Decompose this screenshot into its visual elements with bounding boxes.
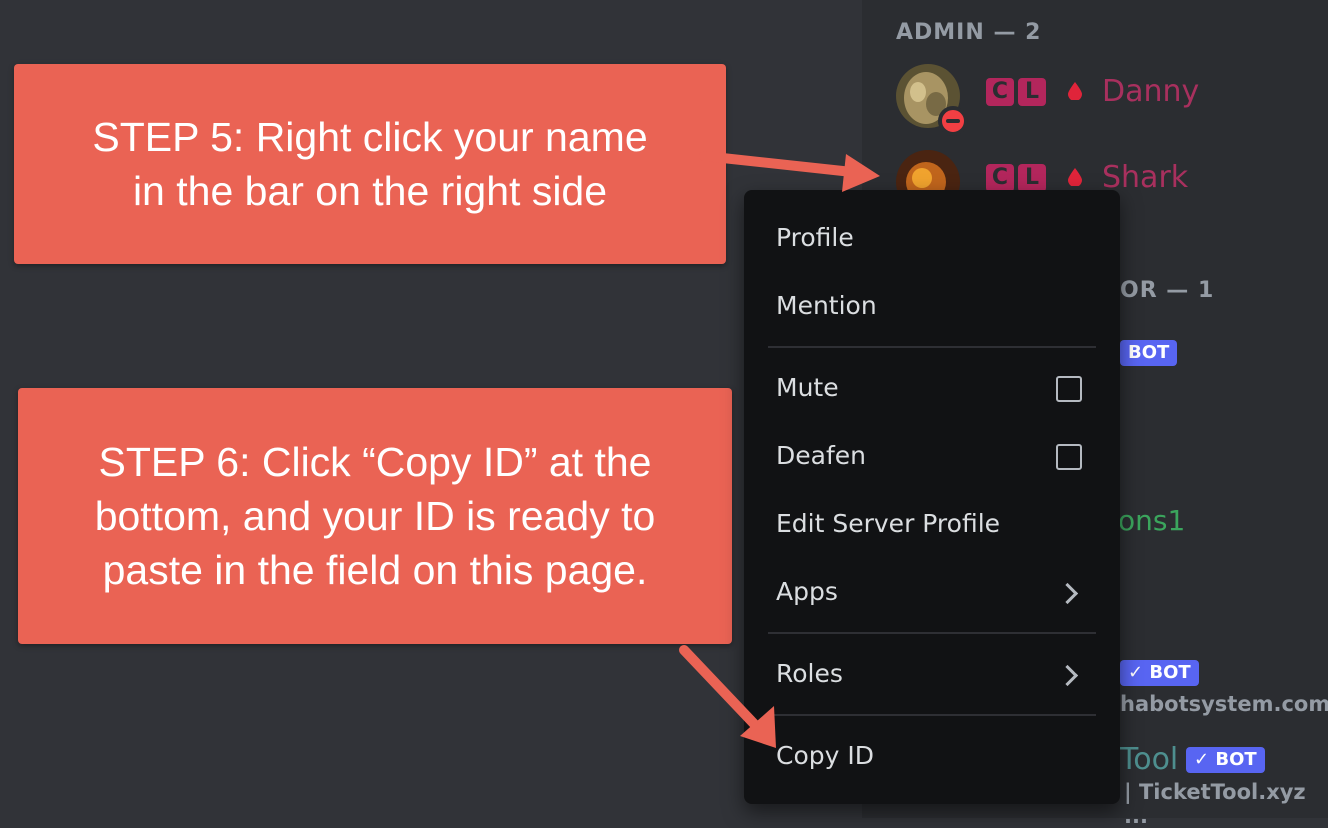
user-context-menu: Profile Mention Mute Deafen Edit Server … (744, 190, 1120, 804)
moderator-group-header: OR — 1 (1120, 278, 1215, 303)
chevron-right-icon (1056, 582, 1079, 605)
menu-item-deafen[interactable]: Deafen (776, 439, 866, 473)
menu-item-profile[interactable]: Profile (776, 221, 854, 255)
menu-divider (768, 714, 1096, 716)
step5-callout: STEP 5: Right click your name in the bar… (14, 64, 726, 264)
member-name-tool[interactable]: Tool (1120, 742, 1178, 777)
verified-bot-badge: ✓ BOT (1186, 747, 1265, 773)
role-tag-l: L (1018, 164, 1046, 192)
menu-item-edit-server-profile[interactable]: Edit Server Profile (776, 507, 1000, 541)
menu-item-mute[interactable]: Mute (776, 371, 839, 405)
blood-drop-icon (1068, 82, 1082, 100)
step6-line2: bottom, and your ID is ready to (94, 493, 656, 539)
step5-line1: STEP 5: Right click your name (92, 114, 648, 160)
verified-bot-badge: ✓ BOT (1120, 660, 1199, 686)
chevron-right-icon (1056, 664, 1079, 687)
member-status-partial: habotsystem.com (1120, 692, 1328, 716)
menu-item-copy-id[interactable]: Copy ID (776, 739, 874, 773)
member-name: Danny (1102, 74, 1200, 109)
menu-divider (768, 346, 1096, 348)
mute-checkbox[interactable] (1056, 376, 1082, 402)
menu-item-roles[interactable]: Roles (776, 657, 843, 691)
blood-drop-icon (1068, 168, 1082, 186)
menu-item-apps[interactable]: Apps (776, 575, 838, 609)
admin-group-header: ADMIN — 2 (896, 20, 1042, 45)
step6-callout: STEP 6: Click “Copy ID” at the bottom, a… (18, 388, 732, 644)
role-tag-c: C (986, 78, 1014, 106)
step6-line1: STEP 6: Click “Copy ID” at the (98, 439, 652, 485)
member-status-partial: | TicketTool.xyz ... (1124, 780, 1306, 828)
member-name-partial[interactable]: ons1 (1118, 504, 1185, 537)
role-tag-l: L (1018, 78, 1046, 106)
member-danny[interactable]: C L Danny (896, 64, 1316, 136)
step5-line2: in the bar on the right side (132, 168, 608, 214)
deafen-checkbox[interactable] (1056, 444, 1082, 470)
menu-item-mention[interactable]: Mention (776, 289, 877, 323)
role-tag-c: C (986, 164, 1014, 192)
step6-line3: paste in the field on this page. (102, 547, 648, 593)
bot-badge: BOT (1120, 340, 1178, 366)
do-not-disturb-icon (938, 106, 968, 136)
menu-divider (768, 632, 1096, 634)
